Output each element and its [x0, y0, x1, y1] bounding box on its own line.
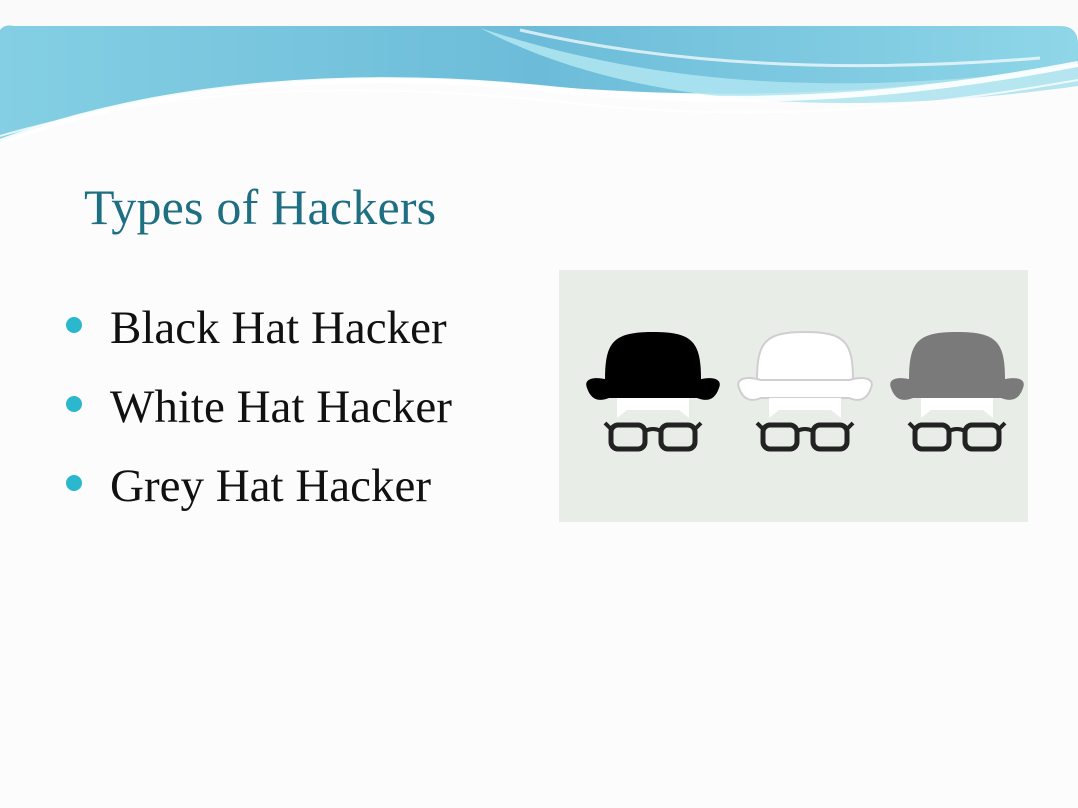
bullet-list: Black Hat Hacker White Hat Hacker Grey H… — [66, 288, 452, 525]
bullet-text: Grey Hat Hacker — [110, 459, 431, 512]
grey-hat-icon — [890, 332, 1024, 449]
slide: Types of Hackers Black Hat Hacker White … — [0, 0, 1078, 808]
bullet-item-white-hat: White Hat Hacker — [66, 367, 452, 446]
bullet-text: Black Hat Hacker — [110, 301, 447, 354]
bullet-dot-icon — [66, 395, 82, 412]
bullet-item-grey-hat: Grey Hat Hacker — [66, 446, 452, 525]
bullet-dot-icon — [66, 316, 82, 333]
white-hat-icon — [737, 330, 873, 449]
wave-banner — [0, 25, 1078, 145]
bullet-item-black-hat: Black Hat Hacker — [66, 288, 452, 367]
slide-title: Types of Hackers — [84, 179, 437, 235]
hacker-hats-image — [559, 270, 1028, 522]
bullet-text: White Hat Hacker — [110, 380, 452, 433]
black-hat-icon — [586, 332, 720, 449]
bullet-dot-icon — [66, 474, 82, 491]
